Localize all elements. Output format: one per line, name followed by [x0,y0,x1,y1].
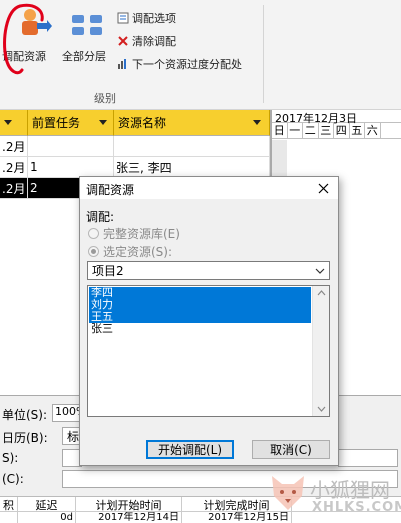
radio-selected-resources[interactable] [88,246,99,257]
dropdown-icon [99,119,107,125]
ribbon-divider [263,5,264,103]
next-overallocation-button[interactable]: 下一个资源过度分配处 [117,56,242,72]
start-leveling-button[interactable]: 开始调配(L) [146,440,234,459]
field4-label: (C): [2,472,24,486]
unit-field[interactable]: 100% [52,404,86,422]
ribbon-group-label: 级别 [94,92,116,105]
field3-input-right[interactable] [338,449,398,467]
cell-date: .2月 [0,157,28,178]
timeline-day: 六 [365,123,381,138]
project-combo[interactable]: 项目2 [87,261,330,280]
unit-label: 单位(S): [2,408,48,422]
col-header-resources-label: 资源名称 [118,116,167,130]
watermark: 小狐狸网 XHLKS.COM [266,470,401,522]
col-header-predecessors-label: 前置任务 [32,116,81,130]
col-start: 计划开始时间 [76,497,182,512]
annotation-circle [3,3,44,75]
clear-icon [118,36,128,46]
level-label: 调配: [86,210,115,224]
cancel-button[interactable]: 取消(C) [252,440,330,459]
project-combo-value: 项目2 [92,264,124,278]
col-header-date[interactable] [0,110,28,136]
level-all-button[interactable] [64,8,112,48]
option-selected-resources[interactable]: 选定资源(S): [88,243,172,260]
table-row[interactable]: .2月 [0,136,270,157]
dropdown-icon [4,119,12,125]
field3-label: S): [2,451,19,465]
timeline-month: 2017年12月3日 [272,110,401,125]
level-all-icon [72,15,102,35]
cell-date: .2月 [0,136,28,157]
option-selected-resources-label: 选定资源(S): [103,245,173,259]
dropdown-icon [253,119,261,125]
scroll-up-icon[interactable] [317,290,326,296]
watermark-text: 小狐狸网 [310,478,390,502]
timeline-day: 日 [272,123,288,138]
leveling-options-button[interactable]: 调配选项 [117,10,176,26]
options-icon [117,12,129,24]
list-scrollbar[interactable] [312,286,329,416]
col-delay-prefix: 积 [0,497,18,512]
timeline-day: 五 [350,123,365,138]
col-header-predecessors[interactable]: 前置任务 [28,110,114,136]
cell-predecessors [28,136,114,157]
option-entire-pool[interactable]: 完整资源库(E) [88,225,180,242]
resource-list[interactable]: 李四 刘力 王五 张三 [87,285,330,417]
cell-resources: 张三, 李四 [114,157,270,178]
chevron-down-icon [315,268,325,274]
level-all-label: 全部分层 [62,50,106,63]
watermark-url: XHLKS.COM [312,500,401,515]
ribbon: 调配资源 全部分层 调配选项 清除调配 下一个资源过度分配处 级别 [0,0,401,110]
timeline-day: 二 [303,123,319,138]
fox-logo-icon [272,476,304,510]
calendar-label: 日历(B): [2,431,48,445]
cell-start: 2017年12月14日 [76,512,182,523]
scroll-down-icon[interactable] [317,406,326,412]
col-header-resources[interactable]: 资源名称 [114,110,270,136]
next-overallocation-icon [118,59,126,69]
cell-date: .2月 [0,178,28,199]
radio-entire-pool[interactable] [88,228,99,239]
timeline-day: 四 [334,123,350,138]
level-resources-dialog: 调配资源 调配: 完整资源库(E) 选定资源(S): 项目2 李四 刘力 王五 … [79,176,339,466]
clear-leveling-button[interactable]: 清除调配 [117,33,176,49]
leveling-options-label: 调配选项 [132,12,176,25]
timeline-days: 日 一 二 三 四 五 六 [272,123,401,139]
option-entire-pool-label: 完整资源库(E) [103,227,180,241]
timeline-day: 一 [288,123,303,138]
cell-resources [114,136,270,157]
col-delay: 延迟 [18,497,76,512]
dialog-title: 调配资源 [86,183,135,197]
list-item[interactable]: 王五 [89,311,311,323]
dialog-close-button[interactable] [313,179,333,197]
list-item[interactable]: 李四 [89,287,311,299]
list-item[interactable]: 张三 [89,323,311,335]
cell-blank [0,512,18,523]
timeline-day: 三 [319,123,334,138]
clear-leveling-label: 清除调配 [132,35,176,48]
close-icon [318,183,328,193]
table-row[interactable]: .2月 1 张三, 李四 [0,157,270,178]
dialog-titlebar: 调配资源 [80,177,338,199]
list-item[interactable]: 刘力 [89,299,311,311]
next-overallocation-label: 下一个资源过度分配处 [132,58,242,71]
cell-predecessors: 1 [28,157,114,178]
cell-delay: 0d [18,512,76,523]
